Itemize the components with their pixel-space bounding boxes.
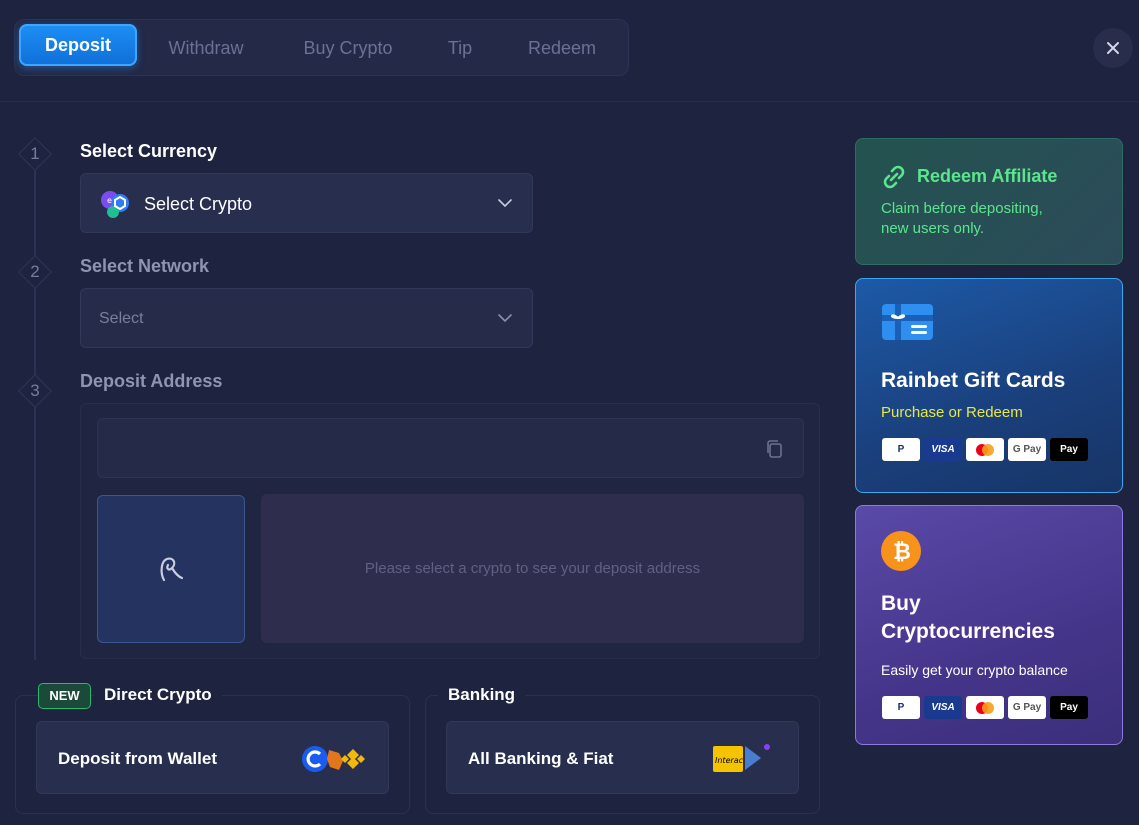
svg-text:e: e xyxy=(107,196,112,205)
wallet-logos-icon xyxy=(302,746,365,772)
currency-select[interactable]: e Select Crypto xyxy=(80,173,533,233)
deposit-address-field[interactable] xyxy=(97,418,804,478)
tab-buy-crypto[interactable]: Buy Crypto xyxy=(287,27,409,69)
gift-cards-card[interactable]: Rainbet Gift Cards Purchase or Redeem P … xyxy=(855,278,1123,493)
deposit-from-wallet-button[interactable]: Deposit from Wallet xyxy=(36,721,389,794)
redeem-affiliate-subtitle-2: new users only. xyxy=(881,220,985,237)
gift-cards-subtitle: Purchase or Redeem xyxy=(881,404,1023,421)
step-badge-1: 1 xyxy=(18,137,52,171)
copy-icon[interactable] xyxy=(765,439,783,459)
chevron-down-icon xyxy=(498,314,512,323)
network-select[interactable]: Select xyxy=(80,288,533,348)
crypto-multi-icon: e xyxy=(101,191,129,218)
banking-logos-icon: Interac xyxy=(713,744,770,772)
new-badge: NEW xyxy=(38,683,91,709)
close-button[interactable] xyxy=(1093,28,1133,68)
qr-code-placeholder xyxy=(97,495,245,643)
visa-icon: VISA xyxy=(924,438,962,461)
bitcoin-icon: ₿ xyxy=(881,531,921,571)
network-select-placeholder: Select xyxy=(99,310,144,327)
link-icon xyxy=(883,165,905,189)
tab-redeem[interactable]: Redeem xyxy=(512,27,612,69)
gift-card-icon xyxy=(882,304,933,340)
chevron-down-icon xyxy=(498,199,512,208)
apple-pay-icon: Pay xyxy=(1050,696,1088,719)
gift-cards-title: Rainbet Gift Cards xyxy=(881,369,1066,392)
redeem-affiliate-title: Redeem Affiliate xyxy=(917,166,1058,186)
mastercard-icon xyxy=(966,696,1004,719)
redeem-affiliate-card[interactable]: Redeem Affiliate Claim before depositing… xyxy=(855,138,1123,265)
google-pay-icon: G Pay xyxy=(1008,438,1046,461)
buy-cryptocurrencies-card[interactable]: ₿ Buy Cryptocurrencies Easily get your c… xyxy=(855,505,1123,745)
paypal-icon: P xyxy=(882,696,920,719)
apple-pay-icon: Pay xyxy=(1050,438,1088,461)
buy-crypto-title-2: Cryptocurrencies xyxy=(881,620,1055,643)
banking-title: Banking xyxy=(438,685,526,705)
step-title-deposit-address: Deposit Address xyxy=(80,371,223,391)
buy-crypto-title-1: Buy xyxy=(881,592,921,615)
all-banking-fiat-button[interactable]: All Banking & Fiat Interac xyxy=(446,721,799,794)
header-divider xyxy=(0,101,1139,102)
rainbet-logo-icon xyxy=(160,557,184,582)
svg-text:Interac: Interac xyxy=(715,756,744,765)
step-connector xyxy=(34,170,36,660)
tab-withdraw[interactable]: Withdraw xyxy=(150,27,262,69)
tab-tip[interactable]: Tip xyxy=(432,27,488,69)
deposit-address-message: Please select a crypto to see your depos… xyxy=(261,494,804,643)
payment-methods-row: P VISA G Pay Pay xyxy=(882,696,1088,719)
paypal-icon: P xyxy=(882,438,920,461)
redeem-affiliate-subtitle-1: Claim before depositing, xyxy=(881,200,1043,217)
step-badge-3: 3 xyxy=(18,374,52,408)
tab-deposit[interactable]: Deposit xyxy=(19,24,137,66)
visa-icon: VISA xyxy=(924,696,962,719)
google-pay-icon: G Pay xyxy=(1008,696,1046,719)
step-title-currency: Select Currency xyxy=(80,141,218,161)
all-banking-fiat-label: All Banking & Fiat xyxy=(468,749,614,768)
deposit-from-wallet-label: Deposit from Wallet xyxy=(58,749,217,768)
buy-crypto-subtitle: Easily get your crypto balance xyxy=(881,662,1068,678)
step-title-network: Select Network xyxy=(80,256,210,276)
close-icon xyxy=(1107,42,1119,54)
svg-text:₿: ₿ xyxy=(893,540,911,565)
mastercard-icon xyxy=(966,438,1004,461)
currency-select-value: Select Crypto xyxy=(144,194,253,214)
payment-methods-row: P VISA G Pay Pay xyxy=(882,438,1088,461)
step-badge-2: 2 xyxy=(18,255,52,289)
direct-crypto-title: Direct Crypto xyxy=(94,685,222,705)
